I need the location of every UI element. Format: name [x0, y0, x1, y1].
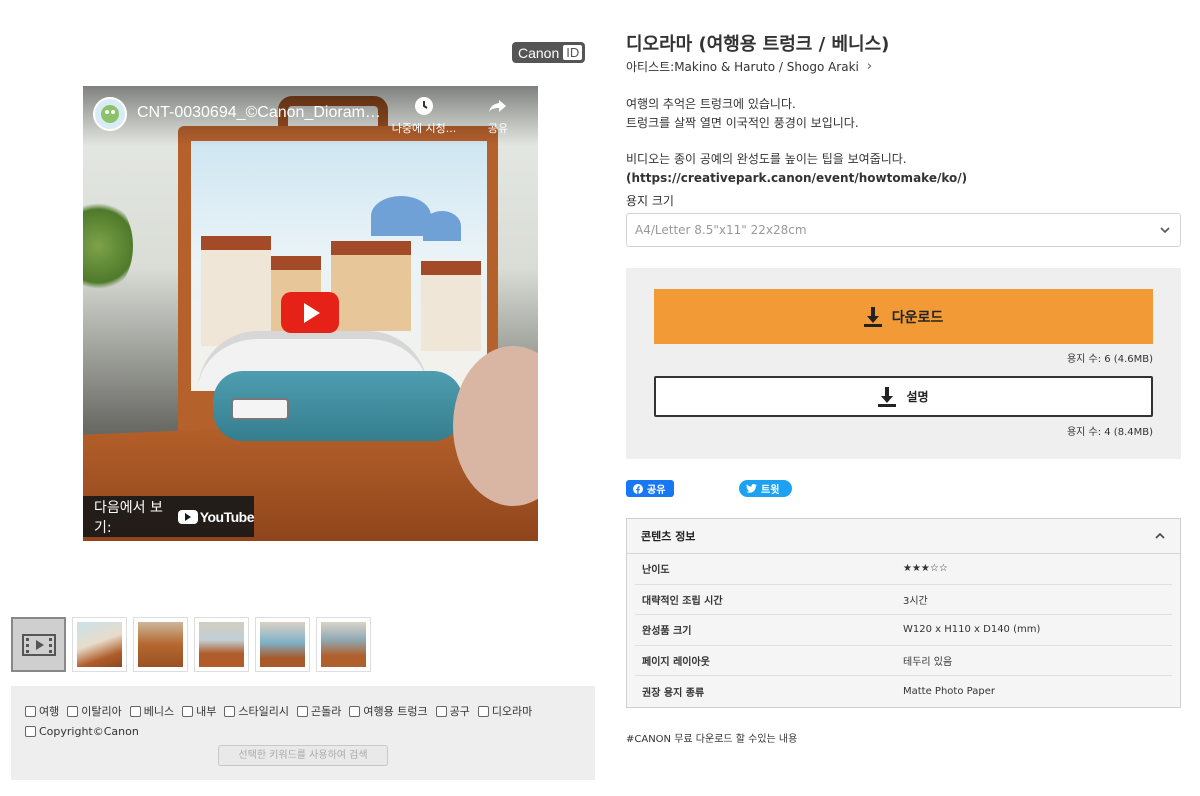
watch-on-label: 다음에서 보기:	[94, 499, 163, 536]
image-thumbnail-4[interactable]	[255, 617, 310, 672]
share-video-button[interactable]: 공유	[463, 96, 533, 136]
keyword-tag-panel: 여행 이탈리아 베니스 내부 스타일리시 곤돌라 여행용 트렁크 공구 디오라마 Copyrigh…	[11, 686, 595, 780]
keyword-tag[interactable]: 여행	[25, 703, 59, 719]
video-title[interactable]: CNT-0030694_©Canon_Diorama (...	[137, 104, 387, 122]
content-info-panel: 콘텐츠 정보 난이도 ★★★☆☆ 대략적인 조립 시간 3시간 완성품 크기 W120…	[626, 518, 1181, 708]
content-info-header[interactable]: 콘텐츠 정보	[627, 519, 1180, 554]
share-label: 공유	[487, 122, 509, 135]
keyword-checkbox[interactable]	[67, 705, 79, 717]
canon-id-text: Canon	[518, 44, 560, 61]
chevron-down-icon	[1160, 227, 1170, 234]
keyword-tag[interactable]: 베니스	[129, 703, 175, 719]
watch-on-youtube-button[interactable]: 다음에서 보기: YouTube	[83, 496, 255, 537]
product-title: 디오라마 (여행용 트렁크 / 베니스)	[626, 34, 890, 55]
content-info-table: 난이도 ★★★☆☆ 대략적인 조립 시간 3시간 완성품 크기 W120 x H110…	[627, 554, 1180, 707]
twitter-bird-icon	[746, 484, 757, 493]
download-icon	[878, 386, 897, 407]
image-thumbnail-3[interactable]	[194, 617, 249, 672]
keyword-checkbox[interactable]	[349, 705, 361, 717]
keyword-tag[interactable]: 디오라마	[477, 703, 533, 719]
keyword-label: 이탈리아	[81, 705, 122, 718]
youtube-logo: YouTube	[177, 509, 255, 525]
keyword-label: 디오라마	[491, 705, 533, 718]
share-arrow-icon	[489, 100, 506, 112]
instructions-sheet-count: 용지 수: 4 (8.4MB)	[1066, 427, 1153, 438]
download-icon	[863, 306, 882, 327]
keyword-label: 스타일리시	[238, 705, 289, 718]
description-line: 여행의 추억은 트렁크에 있습니다.	[626, 97, 796, 111]
film-icon	[21, 633, 56, 656]
youtube-video-player[interactable]: CNT-0030694_©Canon_Diorama (... 나중에 시청..…	[83, 86, 538, 541]
play-button[interactable]	[281, 292, 339, 333]
channel-avatar[interactable]	[93, 97, 127, 131]
clock-icon	[415, 97, 433, 115]
keyword-label: 내부	[196, 705, 217, 718]
table-row: 대략적인 조립 시간 3시간	[635, 585, 1172, 616]
keyword-tag[interactable]: 내부	[182, 703, 216, 719]
media-thumbnail-strip	[11, 617, 371, 672]
download-label: 다운로드	[891, 309, 944, 326]
artist-link[interactable]: 아티스트:Makino & Haruto / Shogo Araki ›	[626, 58, 872, 75]
paper-size-value: A4/Letter 8.5"x11" 22x28cm	[635, 223, 807, 237]
canon-id-suffix: ID	[563, 45, 583, 60]
keyword-label: 여행	[39, 705, 60, 718]
instructions-button[interactable]: 설명	[654, 376, 1153, 417]
paper-size-label: 용지 크기	[626, 194, 674, 208]
instructions-label: 설명	[906, 390, 929, 404]
table-row: 난이도 ★★★☆☆	[635, 554, 1172, 585]
keyword-tag[interactable]: Copyright©Canon	[25, 725, 139, 738]
table-row: 페이지 레이아웃 테두리 있음	[635, 646, 1172, 677]
howtomake-url[interactable]: (https://creativepark.canon/event/howtom…	[626, 171, 967, 185]
download-sheet-count: 용지 수: 6 (4.6MB)	[1066, 354, 1153, 365]
chevron-right-icon: ›	[866, 59, 873, 74]
table-row: 완성품 크기 W120 x H110 x D140 (mm)	[635, 615, 1172, 646]
keyword-tag-list: 여행 이탈리아 베니스 내부 스타일리시 곤돌라 여행용 트렁크 공구 디오라마 Copyrigh…	[25, 703, 581, 738]
tweet-button[interactable]: 트윗	[739, 480, 792, 497]
keyword-checkbox[interactable]	[477, 705, 489, 717]
image-thumbnail-5[interactable]	[316, 617, 371, 672]
keyword-checkbox[interactable]	[435, 705, 447, 717]
keyword-label: 공구	[449, 705, 470, 718]
keyword-search-button[interactable]: 선택한 키워드를 사용하여 검색	[218, 745, 388, 766]
download-panel: 다운로드 용지 수: 6 (4.6MB) 설명 용지 수: 4 (8.4MB)	[626, 268, 1181, 459]
facebook-icon	[633, 483, 643, 494]
keyword-checkbox[interactable]	[224, 705, 236, 717]
play-icon	[303, 302, 320, 323]
free-download-note[interactable]: #CANON 무료 다운로드 할 수있는 내용	[626, 730, 797, 745]
keyword-tag[interactable]: 여행용 트렁크	[349, 703, 428, 719]
keyword-tag[interactable]: 공구	[435, 703, 470, 719]
content-info-title: 콘텐츠 정보	[641, 530, 696, 543]
product-description: 여행의 추억은 트렁크에 있습니다. 트렁크를 살짝 열면 이국적인 풍경이 보…	[626, 95, 967, 205]
keyword-checkbox[interactable]	[129, 705, 141, 717]
keyword-tag[interactable]: 곤돌라	[296, 703, 342, 719]
facebook-share-label: 공유	[647, 485, 666, 496]
paper-size-select[interactable]: A4/Letter 8.5"x11" 22x28cm	[626, 213, 1181, 247]
facebook-share-button[interactable]: 공유	[626, 480, 674, 497]
keyword-label: Copyright©Canon	[39, 725, 139, 738]
download-button[interactable]: 다운로드	[654, 289, 1153, 344]
chevron-up-icon	[1155, 532, 1165, 539]
video-plant	[83, 196, 133, 296]
video-thumbnail[interactable]	[11, 617, 66, 672]
keyword-tag[interactable]: 이탈리아	[67, 703, 122, 719]
tweet-label: 트윗	[761, 485, 780, 496]
description-line: 트렁크를 살짝 열면 이국적인 풍경이 보입니다.	[626, 115, 859, 130]
image-thumbnail-1[interactable]	[72, 617, 127, 672]
video-boat	[231, 398, 289, 420]
keyword-label: 곤돌라	[310, 705, 342, 718]
keyword-checkbox[interactable]	[25, 726, 36, 737]
watch-later-label: 나중에 시청...	[391, 122, 457, 135]
keyword-checkbox[interactable]	[296, 705, 308, 717]
keyword-checkbox[interactable]	[182, 705, 194, 717]
keyword-checkbox[interactable]	[25, 705, 36, 717]
description-line: 비디오는 종이 공예의 완성도를 높이는 팁을 보여줍니다.	[626, 152, 907, 166]
watch-later-button[interactable]: 나중에 시청...	[389, 96, 459, 136]
artist-name: 아티스트:Makino & Haruto / Shogo Araki	[626, 60, 859, 74]
keyword-tag[interactable]: 스타일리시	[224, 703, 289, 719]
image-thumbnail-2[interactable]	[133, 617, 188, 672]
canon-id-badge[interactable]: Canon ID	[512, 42, 586, 63]
table-row: 권장 용지 종류 Matte Photo Paper	[642, 686, 995, 700]
keyword-label: 여행용 트렁크	[363, 705, 428, 718]
keyword-label: 베니스	[143, 705, 175, 718]
